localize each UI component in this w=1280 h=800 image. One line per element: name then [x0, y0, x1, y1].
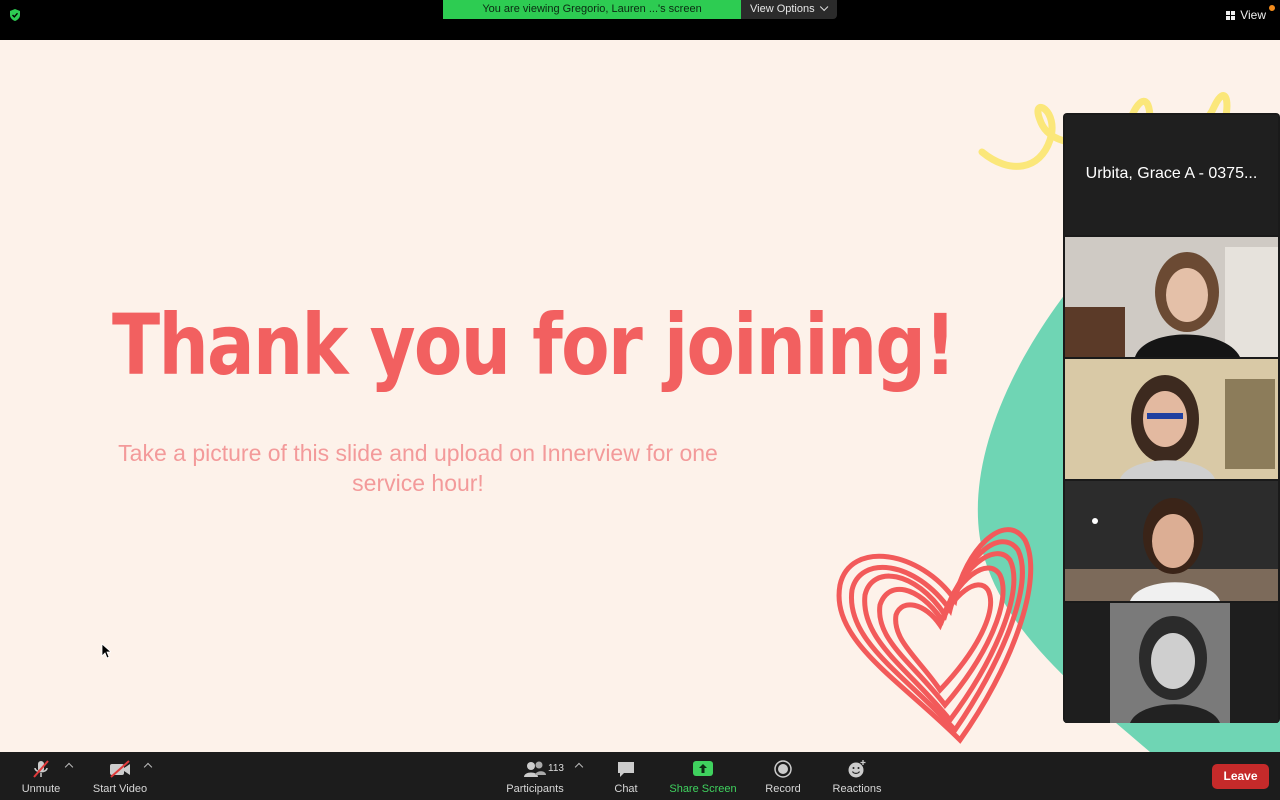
view-options-label: View Options	[750, 3, 815, 15]
reactions-smiley-icon	[848, 760, 866, 778]
share-screen-label: Share Screen	[669, 783, 737, 795]
reactions-button[interactable]: Reactions	[829, 758, 885, 798]
unmute-button[interactable]: Unmute	[18, 758, 64, 798]
record-label: Record	[765, 783, 801, 795]
view-button[interactable]: View	[1226, 8, 1266, 22]
start-video-button[interactable]: Start Video	[90, 758, 150, 798]
participant-tile-name-only[interactable]: Urbita, Grace A - 0375...	[1065, 115, 1278, 235]
leave-button[interactable]: Leave	[1212, 764, 1269, 789]
participant-video-tile[interactable]	[1065, 603, 1278, 723]
slide-title: Thank you for joining!	[112, 296, 956, 394]
video-feed	[1065, 359, 1278, 479]
chat-label: Chat	[614, 783, 638, 795]
slide-subtitle: Take a picture of this slide and upload …	[118, 440, 718, 496]
video-feed	[1065, 603, 1278, 723]
view-label: View	[1240, 8, 1266, 22]
chat-bubble-icon	[618, 762, 634, 777]
start-video-label: Start Video	[92, 783, 148, 795]
chevron-down-icon	[819, 2, 828, 12]
participants-options-caret[interactable]	[574, 762, 584, 772]
participant-video-tile[interactable]	[1065, 359, 1278, 479]
participant-name: Urbita, Grace A - 0375...	[1085, 165, 1258, 182]
meeting-toolbar: Unmute Start Video Participants 113 Chat…	[0, 752, 1280, 800]
video-feed	[1065, 481, 1278, 601]
reactions-label: Reactions	[832, 783, 882, 795]
participant-gallery: Urbita, Grace A - 0375...	[1063, 113, 1280, 723]
top-bar: You are viewing Gregorio, Lauren ...'s s…	[0, 0, 1280, 40]
chat-button[interactable]: Chat	[608, 758, 644, 798]
muted-microphone-icon	[33, 760, 49, 778]
video-feed	[1065, 237, 1278, 357]
record-icon	[774, 760, 792, 778]
zoom-window: You are viewing Gregorio, Lauren ...'s s…	[0, 0, 1280, 800]
mouse-cursor-icon	[101, 643, 111, 659]
video-off-icon	[110, 760, 130, 778]
audio-options-caret[interactable]	[64, 762, 74, 772]
participants-icon	[524, 761, 546, 777]
unmute-label: Unmute	[21, 783, 61, 795]
screen-share-banner: You are viewing Gregorio, Lauren ...'s s…	[443, 0, 741, 19]
shield-icon[interactable]	[8, 8, 22, 22]
share-screen-icon	[693, 761, 713, 776]
notification-dot	[1269, 5, 1275, 11]
share-screen-button[interactable]: Share Screen	[668, 758, 738, 798]
participant-video-tile-active-speaker[interactable]	[1065, 481, 1278, 601]
participants-count: 113	[548, 763, 564, 774]
participant-video-tile[interactable]	[1065, 237, 1278, 357]
record-button[interactable]: Record	[763, 758, 803, 798]
view-options-button[interactable]: View Options	[741, 0, 837, 19]
gallery-grid-icon	[1226, 10, 1236, 20]
participants-label: Participants	[506, 783, 564, 795]
